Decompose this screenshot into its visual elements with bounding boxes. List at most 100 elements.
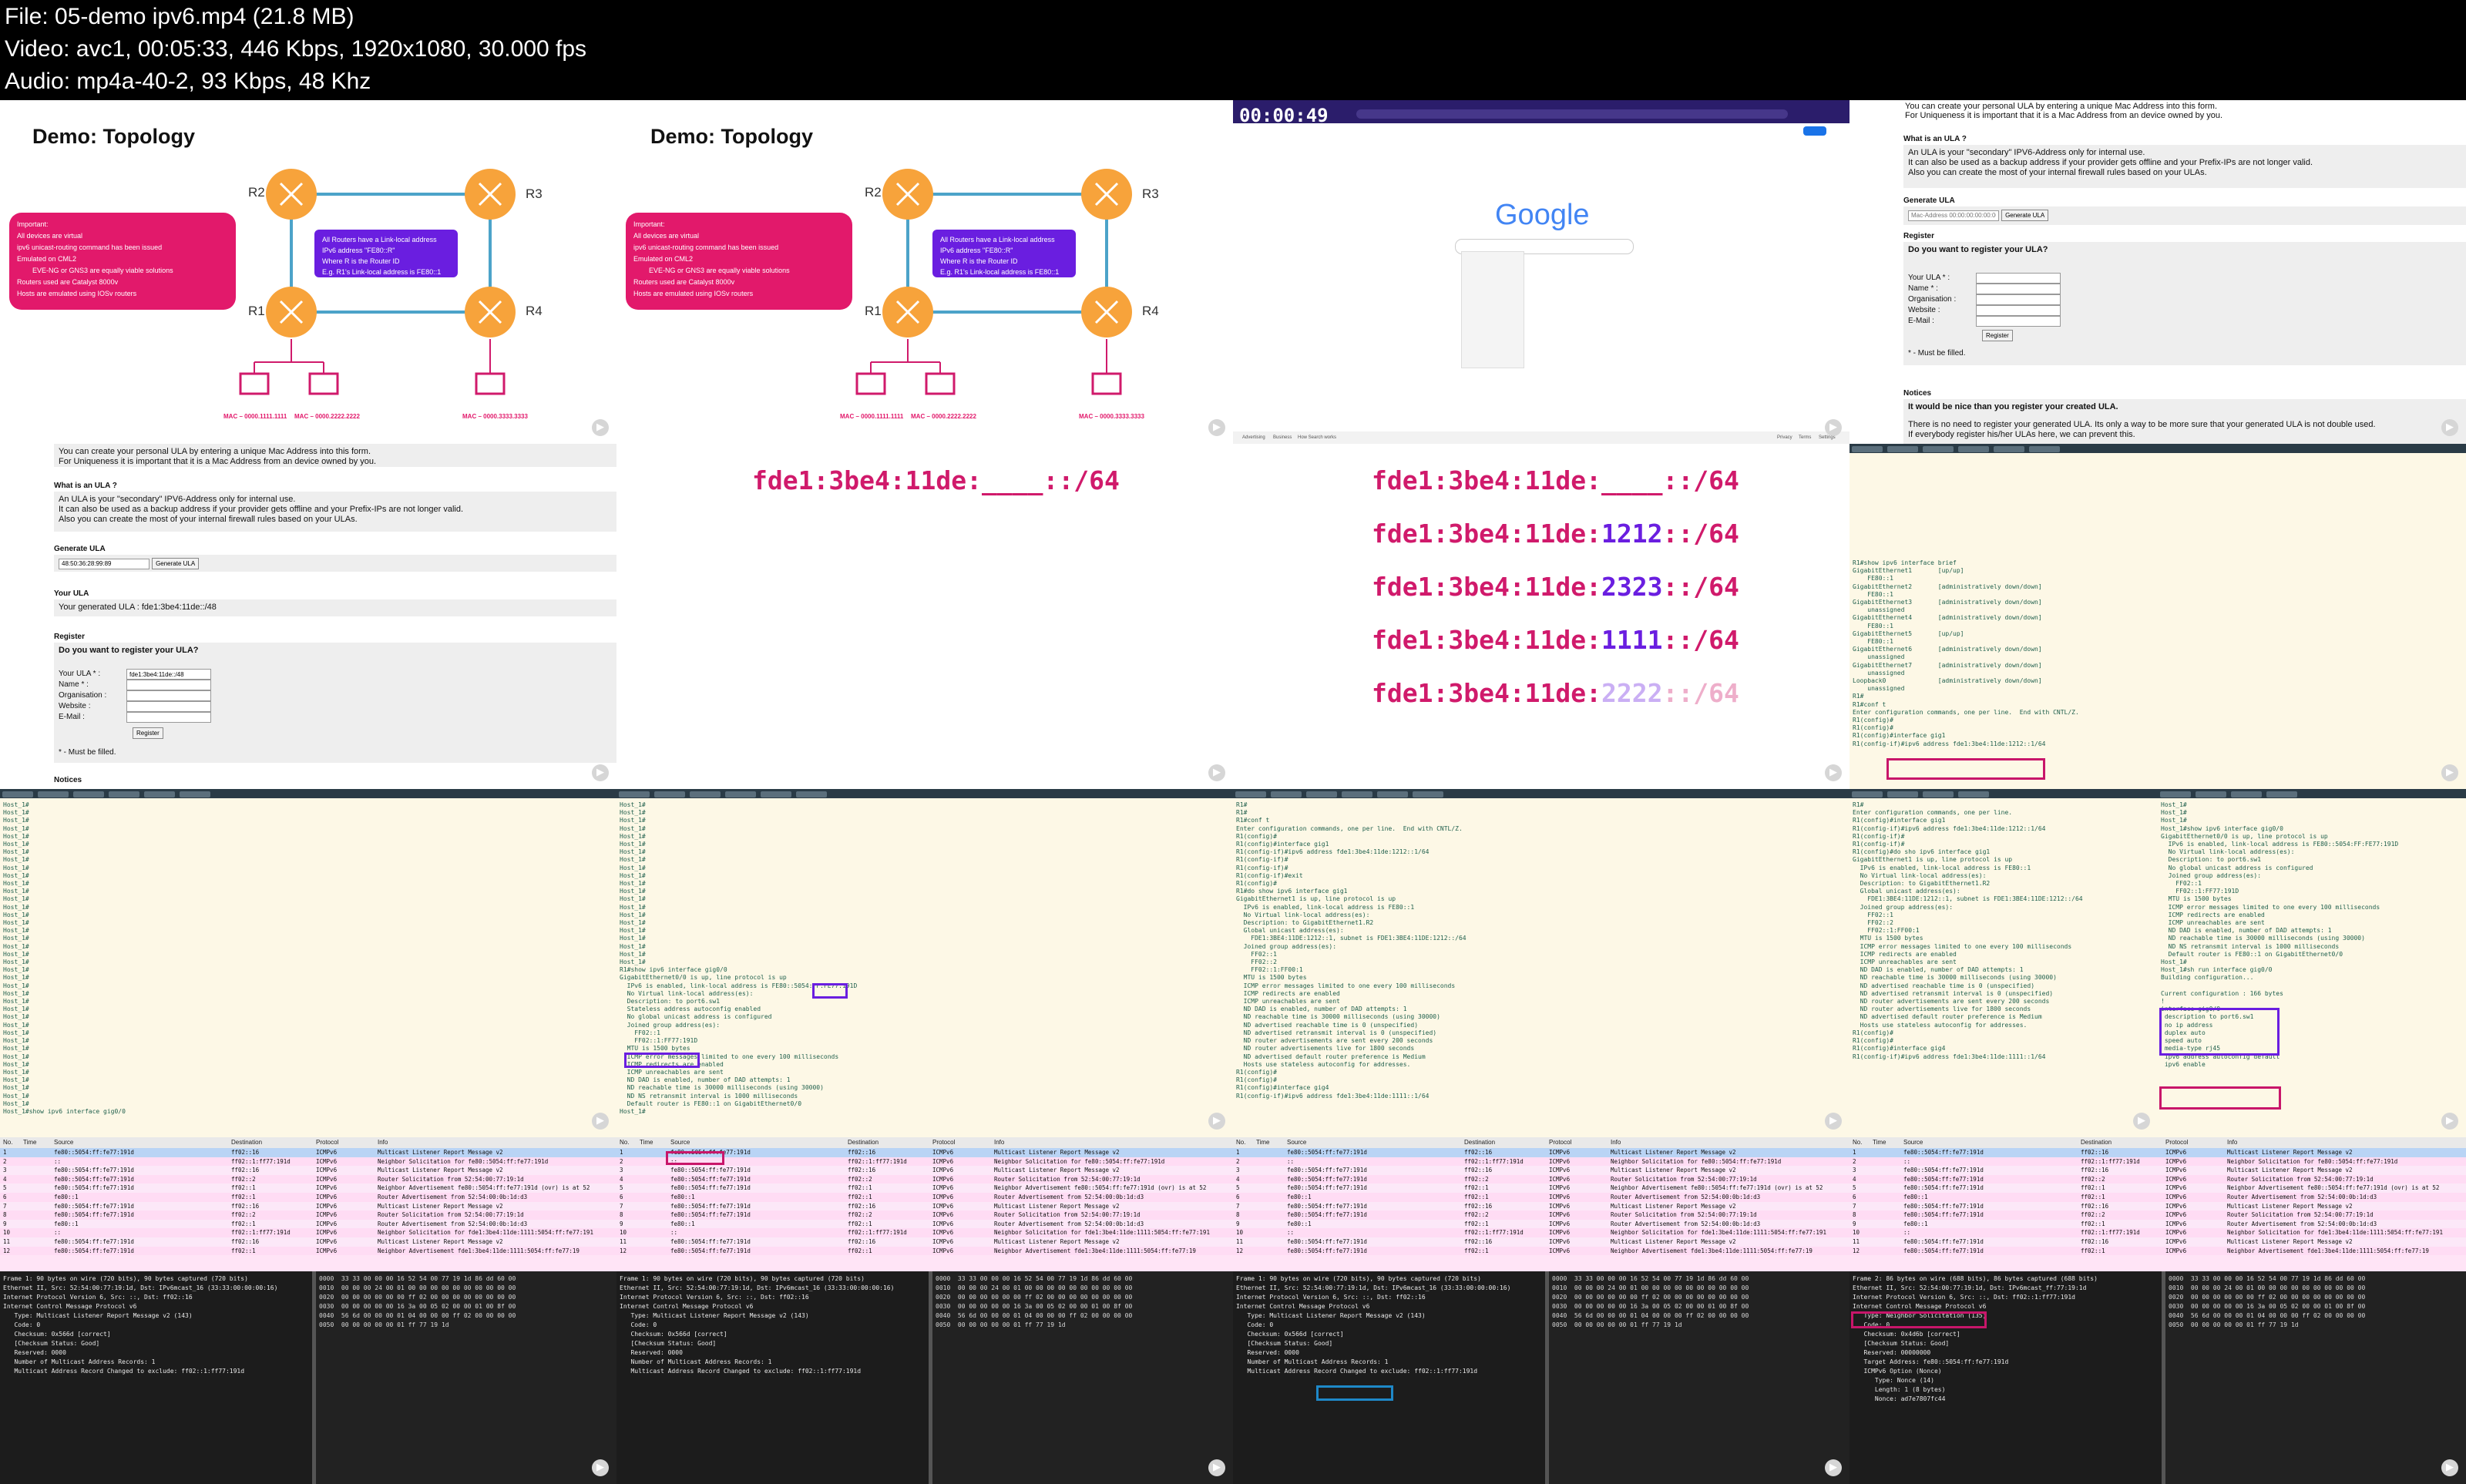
packet-row[interactable]: 7 fe80::5054:ff:fe77:191d ff02::16 ICMPv6 Mu… bbox=[1850, 1201, 2466, 1211]
packet-row[interactable]: 3 fe80::5054:ff:fe77:191d ff02::16 ICMPv6 Mu… bbox=[616, 1166, 1233, 1175]
terminal-tabs[interactable] bbox=[1850, 444, 2466, 453]
packet-row[interactable]: 4 fe80::5054:ff:fe77:191d ff02::2 ICMPv6 Rou… bbox=[1850, 1174, 2466, 1184]
packet-row[interactable]: 10:: ff02::1:ff77:191d ICMPv6 Neighbor Soli… bbox=[1233, 1228, 1850, 1237]
terminal-r1-config[interactable]: R1# R1# R1#conf t Enter configuration co… bbox=[1233, 789, 1850, 1137]
column-header[interactable]: No. bbox=[3, 1137, 12, 1148]
mac-address-input[interactable] bbox=[59, 558, 150, 569]
packet-row[interactable]: 10:: ff02::1:ff77:191d ICMPv6 Neighbor Soli… bbox=[0, 1228, 616, 1237]
packet-row[interactable]: 4 fe80::5054:ff:fe77:191d ff02::2 ICMPv6 Rou… bbox=[616, 1174, 1233, 1184]
packet-list[interactable]: 1 fe80::5054:ff:fe77:191d ff02::16 ICMPv6 Mu… bbox=[0, 1148, 616, 1256]
column-header[interactable]: Destination bbox=[1464, 1137, 1495, 1148]
register-website-input[interactable] bbox=[1976, 305, 2061, 316]
packet-row[interactable]: 5 fe80::5054:ff:fe77:191d ff02::1 ICMPv6 Nei… bbox=[1233, 1184, 1850, 1193]
packet-row[interactable]: 5 fe80::5054:ff:fe77:191d ff02::1 ICMPv6 Nei… bbox=[0, 1184, 616, 1193]
column-header[interactable]: Info bbox=[1611, 1137, 1621, 1148]
packet-list[interactable]: 1 fe80::5054:ff:fe77:191d ff02::16 ICMPv6 Mu… bbox=[1233, 1148, 1850, 1256]
column-header[interactable]: Source bbox=[1903, 1137, 1923, 1148]
column-header[interactable]: Time bbox=[23, 1137, 36, 1148]
column-header[interactable]: Destination bbox=[848, 1137, 879, 1148]
packet-row[interactable]: 5 fe80::5054:ff:fe77:191d ff02::1 ICMPv6 Nei… bbox=[616, 1184, 1233, 1193]
generate-ula-button[interactable]: Generate ULA bbox=[2001, 210, 2049, 221]
packet-row[interactable]: 1 fe80::5054:ff:fe77:191d ff02::16 ICMPv6 Mu… bbox=[1233, 1148, 1850, 1157]
packet-row[interactable]: 11 fe80::5054:ff:fe77:191d ff02::16 ICMPv6 M… bbox=[1850, 1237, 2466, 1247]
packet-row[interactable]: 8 fe80::5054:ff:fe77:191d ff02::2 ICMPv6 Rou… bbox=[1233, 1210, 1850, 1220]
column-header[interactable]: No. bbox=[1853, 1137, 1862, 1148]
packet-row[interactable]: 3 fe80::5054:ff:fe77:191d ff02::16 ICMPv6 Mu… bbox=[1850, 1166, 2466, 1175]
register-name-input[interactable] bbox=[1976, 284, 2061, 294]
packet-row[interactable]: 10:: ff02::1:ff77:191d ICMPv6 Neighbor Soli… bbox=[616, 1228, 1233, 1237]
packet-row[interactable]: 1 fe80::5054:ff:fe77:191d ff02::16 ICMPv6 Mu… bbox=[0, 1148, 616, 1157]
register-email-input[interactable] bbox=[126, 712, 211, 723]
packet-bytes[interactable]: 0000 33 33 00 00 00 16 52 54 00 77 19 1d… bbox=[316, 1271, 616, 1484]
packet-row[interactable]: 12 fe80::5054:ff:fe77:191d ff02::1 ICMPv6 Ne… bbox=[616, 1246, 1233, 1256]
packet-row[interactable]: 2:: ff02::1:ff77:191d ICMPv6 Neighbor Solic… bbox=[1850, 1157, 2466, 1167]
packet-details[interactable]: Frame 1: 90 bytes on wire (720 bits), 90… bbox=[616, 1271, 932, 1484]
packet-bytes[interactable]: 0000 33 33 00 00 00 16 52 54 00 77 19 1d… bbox=[2165, 1271, 2466, 1484]
packet-row[interactable]: 2:: ff02::1:ff77:191d ICMPv6 Neighbor Solic… bbox=[0, 1157, 616, 1167]
packet-row[interactable]: 6 fe80::1 ff02::1 ICMPv6 Router Advertisemen… bbox=[616, 1192, 1233, 1202]
packet-row[interactable]: 2:: ff02::1:ff77:191d ICMPv6 Neighbor Solic… bbox=[1233, 1157, 1850, 1167]
terminal-host-verify[interactable]: Host_1# Host_1# Host_1# Host_1#show ipv6… bbox=[2158, 789, 2466, 1137]
wireshark-capture-1[interactable]: No. Time Source Destination Protocol Info 1 fe8… bbox=[0, 1137, 616, 1484]
packet-row[interactable]: 7 fe80::5054:ff:fe77:191d ff02::16 ICMPv6 Mu… bbox=[616, 1201, 1233, 1211]
packet-row[interactable]: 12 fe80::5054:ff:fe77:191d ff02::1 ICMPv6 Ne… bbox=[1850, 1246, 2466, 1256]
column-header[interactable]: Info bbox=[378, 1137, 388, 1148]
column-header[interactable]: Info bbox=[994, 1137, 1004, 1148]
packet-details[interactable]: Frame 1: 90 bytes on wire (720 bits), 90… bbox=[1233, 1271, 1549, 1484]
column-header[interactable]: Destination bbox=[231, 1137, 262, 1148]
column-header[interactable]: Protocol bbox=[2165, 1137, 2188, 1148]
packet-row[interactable]: 4 fe80::5054:ff:fe77:191d ff02::2 ICMPv6 Rou… bbox=[0, 1174, 616, 1184]
packet-bytes[interactable]: 0000 33 33 00 00 00 16 52 54 00 77 19 1d… bbox=[1549, 1271, 1850, 1484]
register-button[interactable]: Register bbox=[1982, 330, 2013, 341]
register-org-input[interactable] bbox=[1976, 294, 2061, 305]
column-header[interactable]: Protocol bbox=[1549, 1137, 1571, 1148]
packet-list[interactable]: 1 fe80::5054:ff:fe77:191d ff02::16 ICMPv6 Mu… bbox=[1850, 1148, 2466, 1256]
packet-row[interactable]: 7 fe80::5054:ff:fe77:191d ff02::16 ICMPv6 Mu… bbox=[0, 1201, 616, 1211]
packet-details[interactable]: Frame 2: 86 bytes on wire (688 bits), 86… bbox=[1850, 1271, 2165, 1484]
packet-row[interactable]: 1 fe80::5054:ff:fe77:191d ff02::16 ICMPv6 Mu… bbox=[1850, 1148, 2466, 1157]
column-header[interactable]: Protocol bbox=[316, 1137, 338, 1148]
column-header[interactable]: Source bbox=[54, 1137, 73, 1148]
register-button[interactable]: Register bbox=[133, 727, 163, 739]
column-header[interactable]: Time bbox=[640, 1137, 653, 1148]
packet-row[interactable]: 7 fe80::5054:ff:fe77:191d ff02::16 ICMPv6 Mu… bbox=[1233, 1201, 1850, 1211]
wireshark-capture-2[interactable]: No. Time Source Destination Protocol Info 1 fe8… bbox=[616, 1137, 1233, 1484]
terminal-host[interactable]: Host_1# Host_1# Host_1# Host_1# Host_1# … bbox=[0, 789, 616, 1137]
register-ula-input[interactable] bbox=[1976, 273, 2061, 284]
packet-row[interactable]: 6 fe80::1 ff02::1 ICMPv6 Router Advertisemen… bbox=[0, 1192, 616, 1202]
packet-row[interactable]: 6 fe80::1 ff02::1 ICMPv6 Router Advertisemen… bbox=[1850, 1192, 2466, 1202]
context-menu[interactable] bbox=[1461, 251, 1524, 368]
terminal-host-ipv6[interactable]: Host_1# Host_1# Host_1# Host_1# Host_1# … bbox=[616, 789, 1233, 1137]
packet-row[interactable]: 9 fe80::1 ff02::1 ICMPv6 Router Advertisemen… bbox=[1233, 1219, 1850, 1229]
packet-row[interactable]: 12 fe80::5054:ff:fe77:191d ff02::1 ICMPv6 Ne… bbox=[0, 1246, 616, 1256]
column-header[interactable]: Source bbox=[1287, 1137, 1306, 1148]
register-org-input[interactable] bbox=[126, 690, 211, 701]
packet-row[interactable]: 11 fe80::5054:ff:fe77:191d ff02::16 ICMPv6 M… bbox=[0, 1237, 616, 1247]
packet-bytes[interactable]: 0000 33 33 00 00 00 16 52 54 00 77 19 1d… bbox=[932, 1271, 1233, 1484]
column-header[interactable]: Time bbox=[1256, 1137, 1269, 1148]
packet-row[interactable]: 10:: ff02::1:ff77:191d ICMPv6 Neighbor Soli… bbox=[1850, 1228, 2466, 1237]
packet-row[interactable]: 12 fe80::5054:ff:fe77:191d ff02::1 ICMPv6 Ne… bbox=[1233, 1246, 1850, 1256]
register-website-input[interactable] bbox=[126, 701, 211, 712]
register-ula-input[interactable] bbox=[126, 669, 211, 680]
mac-address-input[interactable] bbox=[1908, 210, 1999, 221]
terminal-r1-verify[interactable]: R1# Enter configuration commands, one pe… bbox=[1850, 789, 2158, 1137]
generate-ula-button[interactable]: Generate ULA bbox=[152, 558, 200, 569]
column-header[interactable]: Destination bbox=[2081, 1137, 2112, 1148]
column-header[interactable]: No. bbox=[620, 1137, 629, 1148]
terminal-r1-brief[interactable]: R1#show ipv6 interface brief GigabitEthe… bbox=[1850, 444, 2466, 789]
wireshark-capture-3[interactable]: No. Time Source Destination Protocol Info 1 fe8… bbox=[1233, 1137, 1850, 1484]
packet-row[interactable]: 6 fe80::1 ff02::1 ICMPv6 Router Advertisemen… bbox=[1233, 1192, 1850, 1202]
packet-details[interactable]: Frame 1: 90 bytes on wire (720 bits), 90… bbox=[0, 1271, 316, 1484]
register-name-input[interactable] bbox=[126, 680, 211, 690]
packet-row[interactable]: 8 fe80::5054:ff:fe77:191d ff02::2 ICMPv6 Rou… bbox=[0, 1210, 616, 1220]
packet-row[interactable]: 9 fe80::1 ff02::1 ICMPv6 Router Advertisemen… bbox=[1850, 1219, 2466, 1229]
address-bar[interactable] bbox=[1356, 109, 1788, 119]
wireshark-capture-4[interactable]: No. Time Source Destination Protocol Info 1 fe8… bbox=[1850, 1137, 2466, 1484]
column-header[interactable]: Info bbox=[2227, 1137, 2237, 1148]
packet-row[interactable]: 8 fe80::5054:ff:fe77:191d ff02::2 ICMPv6 Rou… bbox=[1850, 1210, 2466, 1220]
packet-row[interactable]: 11 fe80::5054:ff:fe77:191d ff02::16 ICMPv6 M… bbox=[1233, 1237, 1850, 1247]
column-header[interactable]: Protocol bbox=[932, 1137, 955, 1148]
sign-in-button[interactable] bbox=[1803, 126, 1826, 136]
column-header[interactable]: Time bbox=[1873, 1137, 1886, 1148]
